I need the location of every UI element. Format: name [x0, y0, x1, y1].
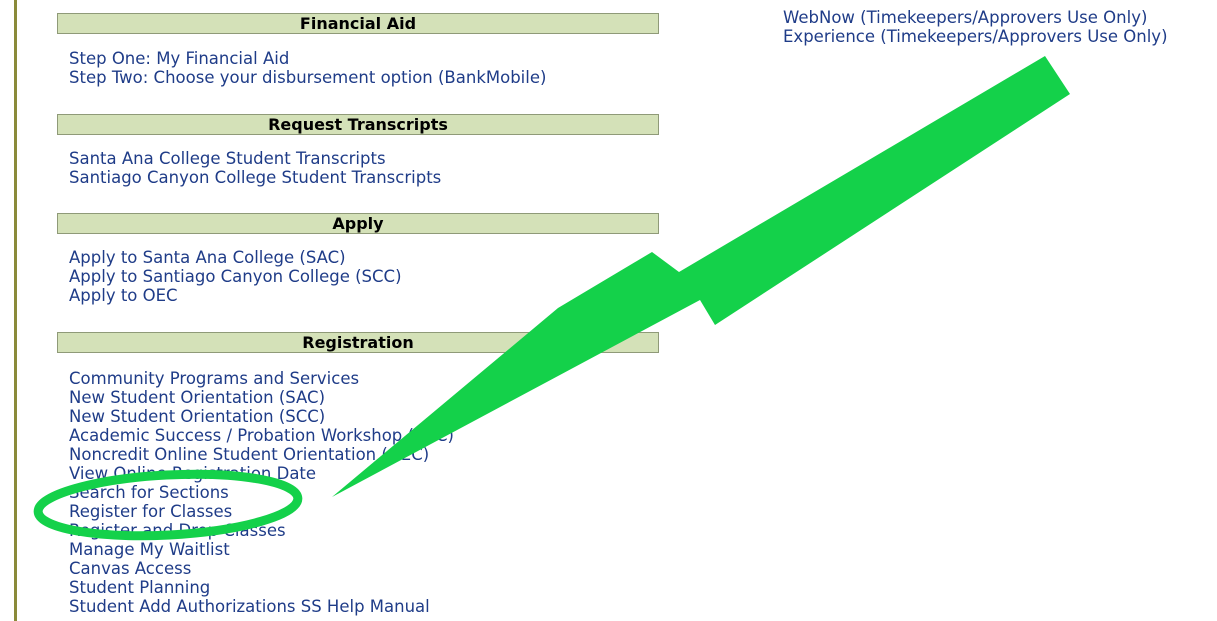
link-register-drop-classes[interactable]: Register and Drop Classes [69, 521, 454, 540]
link-canvas-access[interactable]: Canvas Access [69, 559, 454, 578]
link-orientation-sac[interactable]: New Student Orientation (SAC) [69, 388, 454, 407]
link-add-authorizations-manual[interactable]: Student Add Authorizations SS Help Manua… [69, 597, 454, 616]
section-header-request-transcripts: Request Transcripts [57, 114, 659, 135]
link-view-registration-date[interactable]: View Online Registration Date [69, 464, 454, 483]
financial-aid-links: Step One: My Financial Aid Step Two: Cho… [69, 49, 546, 87]
link-apply-oec[interactable]: Apply to OEC [69, 286, 402, 305]
link-apply-scc[interactable]: Apply to Santiago Canyon College (SCC) [69, 267, 402, 286]
link-manage-waitlist[interactable]: Manage My Waitlist [69, 540, 454, 559]
apply-links: Apply to Santa Ana College (SAC) Apply t… [69, 248, 402, 305]
link-apply-sac[interactable]: Apply to Santa Ana College (SAC) [69, 248, 402, 267]
link-scc-transcripts[interactable]: Santiago Canyon College Student Transcri… [69, 168, 441, 187]
left-border [14, 0, 17, 621]
page: WebNow (Timekeepers/Approvers Use Only) … [0, 0, 1217, 621]
section-header-apply: Apply [57, 213, 659, 234]
right-link-list: WebNow (Timekeepers/Approvers Use Only) … [783, 8, 1168, 46]
link-community-programs[interactable]: Community Programs and Services [69, 369, 454, 388]
link-experience[interactable]: Experience (Timekeepers/Approvers Use On… [783, 27, 1168, 46]
registration-links: Community Programs and Services New Stud… [69, 369, 454, 616]
section-header-registration: Registration [57, 332, 659, 353]
link-register-for-classes[interactable]: Register for Classes [69, 502, 454, 521]
link-step-one-financial-aid[interactable]: Step One: My Financial Aid [69, 49, 546, 68]
link-sac-transcripts[interactable]: Santa Ana College Student Transcripts [69, 149, 441, 168]
link-student-planning[interactable]: Student Planning [69, 578, 454, 597]
link-academic-success-workshop[interactable]: Academic Success / Probation Workshop (S… [69, 426, 454, 445]
request-transcripts-links: Santa Ana College Student Transcripts Sa… [69, 149, 441, 187]
link-step-two-disbursement[interactable]: Step Two: Choose your disbursement optio… [69, 68, 546, 87]
section-header-financial-aid: Financial Aid [57, 13, 659, 34]
link-orientation-scc[interactable]: New Student Orientation (SCC) [69, 407, 454, 426]
link-noncredit-orientation[interactable]: Noncredit Online Student Orientation (OE… [69, 445, 454, 464]
link-webnow[interactable]: WebNow (Timekeepers/Approvers Use Only) [783, 8, 1168, 27]
link-search-for-sections[interactable]: Search for Sections [69, 483, 454, 502]
